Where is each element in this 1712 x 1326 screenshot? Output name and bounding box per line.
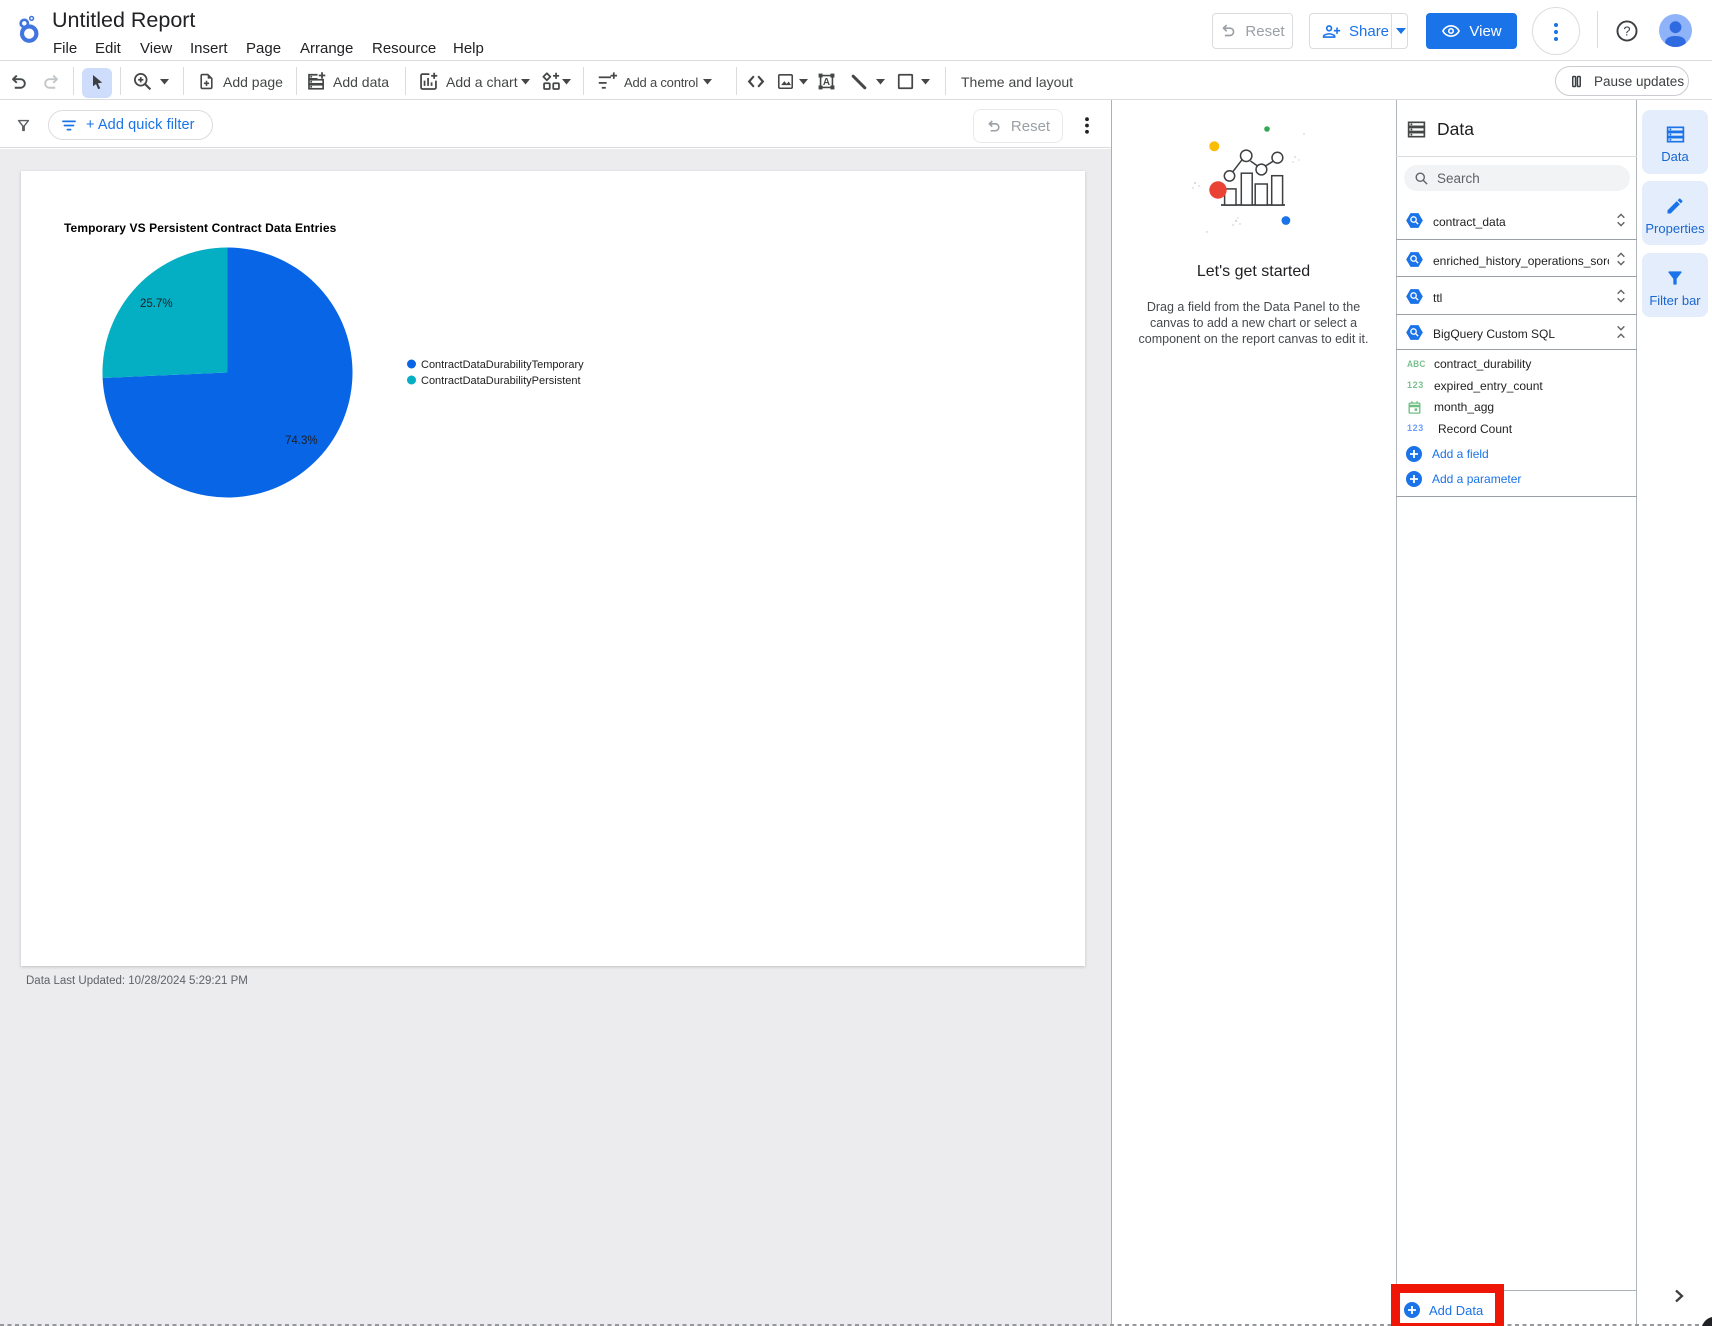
- svg-text:?: ?: [1623, 24, 1630, 39]
- svg-text:A: A: [823, 77, 830, 88]
- svg-text:74.3%: 74.3%: [285, 435, 318, 447]
- svg-text:ContractDataDurabilityPersiste: ContractDataDurabilityPersistent: [421, 375, 581, 387]
- svg-text:ContractDataDurabilityTemporar: ContractDataDurabilityTemporary: [421, 359, 584, 371]
- svg-text:25.7%: 25.7%: [140, 298, 173, 310]
